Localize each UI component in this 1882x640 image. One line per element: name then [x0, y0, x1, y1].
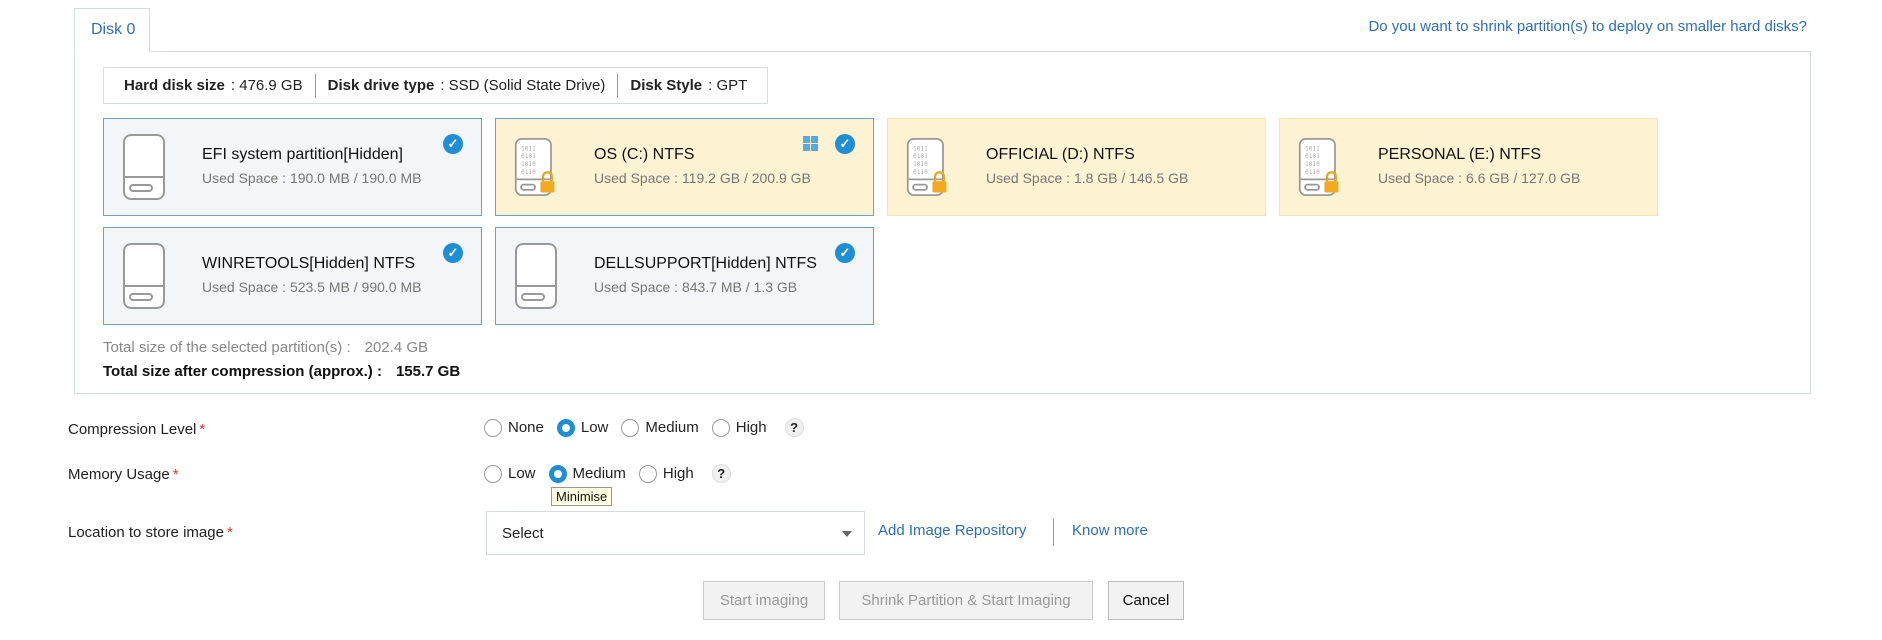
cancel-button[interactable]: Cancel	[1108, 581, 1184, 620]
required-marker: *	[199, 421, 206, 438]
locked-drive-icon: 1011 0101 1010 0110	[906, 137, 947, 197]
partition-card-efi[interactable]: EFI system partition[Hidden] Used Space …	[103, 118, 482, 216]
partition-used-space: Used Space : 523.5 MB / 990.0 MB	[202, 279, 422, 295]
know-more-link[interactable]: Know more	[1072, 522, 1148, 539]
check-icon: ✓	[443, 134, 463, 154]
check-icon: ✓	[835, 134, 855, 154]
svg-text:1010: 1010	[1305, 161, 1320, 168]
chevron-down-icon	[842, 531, 852, 537]
disk-size-value: : 476.9 GB	[230, 77, 303, 94]
location-label: Location to store image *	[68, 524, 233, 541]
partition-name: EFI system partition[Hidden]	[202, 146, 403, 163]
svg-text:1011: 1011	[521, 145, 536, 152]
location-select[interactable]: Select	[486, 511, 865, 555]
svg-text:0101: 0101	[913, 153, 928, 160]
radio-label: Medium	[645, 419, 699, 436]
location-text: Location to store image	[68, 524, 224, 541]
svg-text:1010: 1010	[521, 161, 536, 168]
partition-used-space: Used Space : 843.7 MB / 1.3 GB	[594, 279, 798, 295]
partition-card-os-c[interactable]: 1011 0101 1010 0110 OS (C:) NTFS Used Sp…	[495, 118, 874, 216]
partition-name: OFFICIAL (D:) NTFS	[986, 146, 1135, 163]
shrink-start-imaging-button[interactable]: Shrink Partition & Start Imaging	[839, 581, 1093, 620]
memory-low-radio[interactable]: Low	[484, 464, 536, 483]
memory-high-radio[interactable]: High	[638, 464, 694, 483]
svg-text:0110: 0110	[521, 169, 536, 176]
disk-panel: Hard disk size : 476.9 GB Disk drive type…	[74, 51, 1811, 394]
total-compressed-value: 155.7 GB	[395, 363, 461, 380]
partition-used-space: Used Space : 119.2 GB / 200.9 GB	[594, 170, 811, 186]
svg-text:0101: 0101	[521, 153, 536, 160]
windows-icon	[803, 136, 818, 151]
compression-low-radio[interactable]: Low	[556, 418, 609, 437]
total-selected-size: Total size of the selected partition(s) …	[103, 339, 428, 356]
partition-card-dellsupport[interactable]: DELLSUPPORT[Hidden] NTFS Used Space : 84…	[495, 227, 874, 325]
compression-high-radio[interactable]: High	[711, 418, 767, 437]
add-image-repository-link[interactable]: Add Image Repository	[878, 522, 1026, 539]
partition-name: OS (C:) NTFS	[594, 146, 695, 163]
partition-name: WINRETOOLS[Hidden] NTFS	[202, 255, 416, 272]
memory-usage-label: Memory Usage *	[68, 466, 179, 483]
total-selected-label: Total size of the selected partition(s) …	[103, 339, 351, 356]
help-icon[interactable]: ?	[784, 418, 804, 437]
disk-size-label: Hard disk size	[124, 77, 225, 94]
hard-drive-icon	[123, 134, 165, 200]
disk-style-value: : GPT	[708, 77, 748, 94]
partition-name: DELLSUPPORT[Hidden] NTFS	[594, 255, 817, 272]
check-icon: ✓	[443, 243, 463, 263]
radio-label: High	[662, 465, 694, 482]
disk-style-label: Disk Style	[630, 77, 703, 94]
tab-disk-0[interactable]: Disk 0	[74, 8, 150, 52]
hard-drive-icon	[515, 243, 557, 309]
total-compressed-size: Total size after compression (approx.) :…	[103, 363, 460, 380]
required-marker: *	[172, 466, 179, 483]
tooltip-minimise: Minimise	[551, 487, 613, 506]
help-icon[interactable]: ?	[711, 464, 731, 483]
radio-label: Medium	[572, 465, 626, 482]
locked-drive-icon: 1011 0101 1010 0110	[1298, 137, 1339, 197]
total-selected-value: 202.4 GB	[364, 339, 429, 356]
check-icon: ✓	[835, 243, 855, 263]
compression-none-radio[interactable]: None	[484, 418, 544, 437]
disk-type-label: Disk drive type	[327, 77, 435, 94]
shrink-partition-link[interactable]: Do you want to shrink partition(s) to de…	[1368, 18, 1807, 35]
compression-level-options: None Low Medium High ?	[484, 418, 804, 437]
partition-card-winretools[interactable]: WINRETOOLS[Hidden] NTFS Used Space : 523…	[103, 227, 482, 325]
svg-text:1010: 1010	[913, 161, 928, 168]
memory-medium-radio[interactable]: Medium	[548, 464, 626, 483]
disk-info-bar: Hard disk size : 476.9 GB Disk drive type…	[103, 67, 769, 104]
compression-medium-radio[interactable]: Medium	[621, 418, 699, 437]
hard-drive-icon	[123, 243, 165, 309]
memory-usage-text: Memory Usage	[68, 466, 170, 483]
compression-level-label: Compression Level *	[68, 421, 205, 438]
divider	[1053, 519, 1054, 546]
required-marker: *	[226, 524, 233, 541]
total-compressed-label: Total size after compression (approx.) :	[103, 363, 382, 380]
start-imaging-button[interactable]: Start imaging	[703, 581, 825, 620]
partition-card-personal-e[interactable]: 1011 0101 1010 0110 PERSONAL (E:) NTFS U…	[1279, 118, 1658, 216]
partition-card-official-d[interactable]: 1011 0101 1010 0110 OFFICIAL (D:) NTFS U…	[887, 118, 1266, 216]
partition-used-space: Used Space : 1.8 GB / 146.5 GB	[986, 170, 1189, 186]
radio-label: Low	[580, 419, 609, 436]
locked-drive-icon: 1011 0101 1010 0110	[514, 137, 555, 197]
partition-used-space: Used Space : 190.0 MB / 190.0 MB	[202, 170, 422, 186]
select-value: Select	[502, 525, 544, 542]
partition-used-space: Used Space : 6.6 GB / 127.0 GB	[1378, 170, 1581, 186]
radio-label: Low	[508, 465, 536, 482]
svg-text:1011: 1011	[913, 145, 928, 152]
radio-label: None	[508, 419, 544, 436]
memory-usage-options: Low Medium High ?	[484, 464, 731, 483]
disk-type-value: : SSD (Solid State Drive)	[440, 77, 606, 94]
svg-text:0110: 0110	[913, 169, 928, 176]
svg-text:0101: 0101	[1305, 153, 1320, 160]
radio-label: High	[735, 419, 767, 436]
partition-name: PERSONAL (E:) NTFS	[1378, 146, 1541, 163]
compression-level-text: Compression Level	[68, 421, 197, 438]
svg-text:1011: 1011	[1305, 145, 1320, 152]
svg-text:0110: 0110	[1305, 169, 1320, 176]
